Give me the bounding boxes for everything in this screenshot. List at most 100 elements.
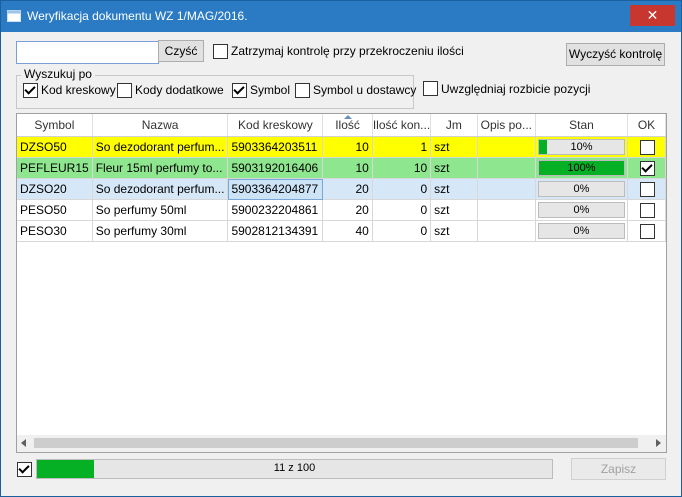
col-state[interactable]: Stan: [535, 114, 629, 137]
scroll-thumb[interactable]: [34, 438, 638, 448]
col-checked-qty[interactable]: Ilość kon...: [372, 114, 432, 137]
cell-name[interactable]: So dezodorant perfum...: [92, 178, 229, 200]
cell-qty[interactable]: 20: [322, 178, 373, 200]
cell-state: 0%: [535, 178, 629, 200]
cell-checked-qty[interactable]: 10: [372, 157, 432, 179]
cell-name[interactable]: So perfumy 30ml: [92, 220, 229, 242]
search-barcode-label: Kod kreskowy: [41, 83, 116, 97]
cell-description[interactable]: [477, 220, 536, 242]
col-qty-label: Ilość: [335, 118, 360, 132]
row-progress-bar: 0%: [537, 181, 625, 197]
cell-name[interactable]: Fleur 15ml perfumy to...: [92, 157, 229, 179]
split-positions-checkbox[interactable]: [423, 81, 438, 96]
items-grid: Symbol Nazwa Kod kreskowy Ilość Ilość ko…: [16, 113, 667, 453]
cell-unit[interactable]: szt: [430, 199, 478, 221]
row-progress-text: 0%: [573, 225, 590, 237]
row-progress-text: 0%: [573, 183, 590, 195]
row-ok-checkbox[interactable]: [640, 203, 655, 218]
row-progress-bar: 0%: [537, 202, 625, 218]
cell-qty[interactable]: 10: [322, 157, 373, 179]
scroll-right-icon[interactable]: [656, 439, 661, 447]
row-progress-text: 10%: [570, 141, 593, 153]
search-supplier-symbol-checkbox[interactable]: [295, 83, 310, 98]
cell-symbol[interactable]: PESO50: [17, 199, 93, 221]
search-supplier-symbol-label: Symbol u dostawcy: [313, 83, 417, 97]
search-symbol-checkbox[interactable]: [232, 83, 247, 98]
cell-unit[interactable]: szt: [430, 157, 478, 179]
cell-name[interactable]: So perfumy 50ml: [92, 199, 229, 221]
table-row[interactable]: PESO50 So perfumy 50ml 5900232204861 20 0 szt…: [17, 199, 666, 221]
cell-state: 0%: [535, 199, 629, 221]
col-description[interactable]: Opis po...: [477, 114, 536, 137]
search-extra-codes-label: Kody dodatkowe: [135, 83, 224, 97]
save-button-label: Zapisz: [600, 462, 637, 476]
search-barcode-checkbox[interactable]: [23, 83, 38, 98]
cell-barcode[interactable]: 5900232204861: [227, 199, 324, 221]
col-name[interactable]: Nazwa: [92, 114, 229, 137]
cell-description[interactable]: [477, 178, 536, 200]
items-table: Symbol Nazwa Kod kreskowy Ilość Ilość ko…: [17, 114, 666, 242]
row-progress-text: 0%: [573, 204, 590, 216]
cell-qty[interactable]: 10: [322, 136, 373, 158]
cell-qty[interactable]: 40: [322, 220, 373, 242]
cell-ok: [627, 157, 666, 179]
save-button[interactable]: Zapisz: [571, 458, 666, 480]
table-row[interactable]: DZSO20 So dezodorant perfum... 59033642048…: [17, 178, 666, 200]
col-ok[interactable]: OK: [627, 114, 666, 137]
cell-barcode[interactable]: 5902812134391: [227, 220, 324, 242]
col-barcode[interactable]: Kod kreskowy: [227, 114, 324, 137]
cell-checked-qty[interactable]: 0: [372, 178, 432, 200]
table-row[interactable]: PESO30 So perfumy 30ml 5902812134391 40 0 szt…: [17, 220, 666, 242]
cell-state: 0%: [535, 220, 629, 242]
all-checked-checkbox[interactable]: [17, 462, 32, 477]
col-symbol[interactable]: Symbol: [17, 114, 93, 137]
total-progress-text: 11 z 100: [273, 462, 316, 474]
col-unit[interactable]: Jm: [430, 114, 478, 137]
close-button[interactable]: ✕: [630, 5, 675, 26]
search-extra-codes-checkbox[interactable]: [117, 83, 132, 98]
table-row[interactable]: DZSO50 So dezodorant perfum... 59033642035…: [17, 136, 666, 158]
reset-control-button[interactable]: Wyczyść kontrolę: [566, 43, 665, 66]
cell-barcode[interactable]: 5903364204877: [227, 178, 324, 200]
cell-symbol[interactable]: PESO30: [17, 220, 93, 242]
cell-description[interactable]: [477, 157, 536, 179]
cell-unit[interactable]: szt: [430, 220, 478, 242]
scroll-left-icon[interactable]: [21, 439, 26, 447]
reset-control-label: Wyczyść kontrolę: [568, 47, 663, 61]
cell-symbol[interactable]: PEFLEUR15: [17, 157, 93, 179]
window-title: Weryfikacja dokumentu WZ 1/MAG/2016.: [27, 9, 248, 23]
cell-symbol[interactable]: DZSO50: [17, 136, 93, 158]
row-progress-text: 100%: [567, 162, 596, 174]
row-ok-checkbox[interactable]: [640, 182, 655, 197]
clear-button[interactable]: Czyść: [158, 40, 204, 62]
table-header: Symbol Nazwa Kod kreskowy Ilość Ilość ko…: [17, 114, 666, 137]
row-progress-bar: 100%: [537, 160, 625, 176]
cell-unit[interactable]: szt: [430, 178, 478, 200]
cell-symbol[interactable]: DZSO20: [17, 178, 93, 200]
cell-checked-qty[interactable]: 1: [372, 136, 432, 158]
search-input[interactable]: [16, 41, 159, 64]
cell-checked-qty[interactable]: 0: [372, 220, 432, 242]
cell-barcode[interactable]: 5903364203511: [227, 136, 324, 158]
cell-description[interactable]: [477, 199, 536, 221]
cell-unit[interactable]: szt: [430, 136, 478, 158]
cell-name[interactable]: So dezodorant perfum...: [92, 136, 229, 158]
table-row[interactable]: PEFLEUR15 Fleur 15ml perfumy to... 5903192…: [17, 157, 666, 179]
stop-on-exceed-checkbox[interactable]: [213, 44, 228, 59]
search-symbol-label: Symbol: [250, 83, 291, 97]
title-bar[interactable]: Weryfikacja dokumentu WZ 1/MAG/2016. ✕: [1, 1, 681, 32]
cell-qty[interactable]: 20: [322, 199, 373, 221]
cell-ok: [627, 199, 666, 221]
row-ok-checkbox[interactable]: [640, 140, 655, 155]
row-progress-bar: 0%: [537, 223, 625, 239]
clear-button-label: Czyść: [164, 44, 198, 58]
verification-window: Weryfikacja dokumentu WZ 1/MAG/2016. ✕ C…: [0, 0, 682, 497]
cell-description[interactable]: [477, 136, 536, 158]
cell-barcode[interactable]: 5903192016406: [227, 157, 324, 179]
col-qty[interactable]: Ilość: [322, 114, 373, 137]
horizontal-scrollbar[interactable]: [17, 435, 666, 452]
row-progress-bar: 10%: [537, 139, 625, 155]
row-ok-checkbox[interactable]: [640, 161, 655, 176]
cell-checked-qty[interactable]: 0: [372, 199, 432, 221]
row-ok-checkbox[interactable]: [640, 224, 655, 239]
